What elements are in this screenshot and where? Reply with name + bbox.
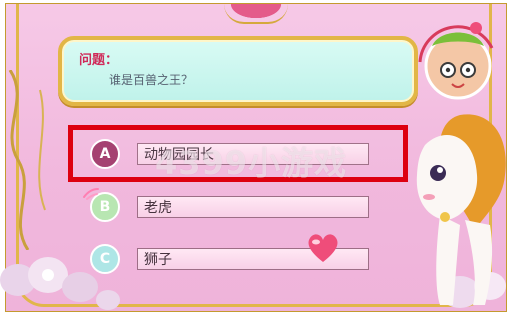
pony-mascot-image bbox=[416, 114, 506, 305]
roses-decoration bbox=[0, 257, 120, 310]
selection-highlight bbox=[68, 125, 408, 182]
heart-icon bbox=[308, 234, 338, 262]
answer-option-b[interactable]: B 老虎 bbox=[90, 189, 380, 225]
answer-b-box[interactable]: 老虎 bbox=[137, 196, 369, 218]
4399-logo bbox=[418, 22, 494, 100]
sparkle-icon bbox=[83, 188, 99, 200]
